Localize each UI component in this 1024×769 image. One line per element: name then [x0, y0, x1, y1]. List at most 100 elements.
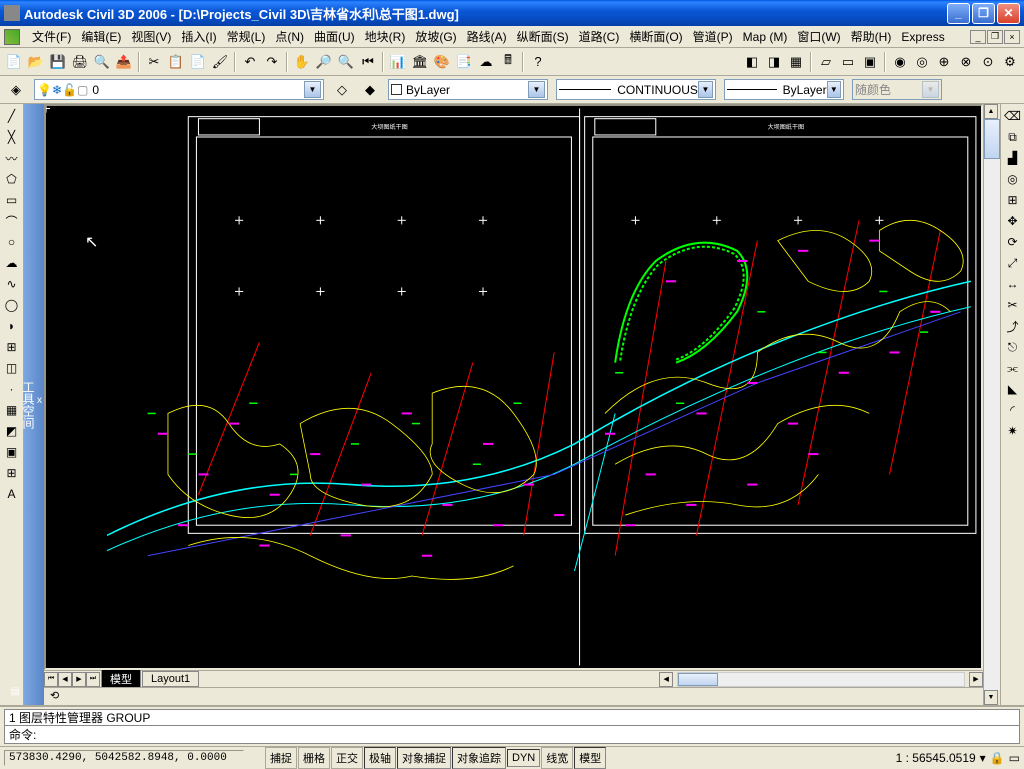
- insert-icon[interactable]: ⊞: [2, 337, 22, 357]
- point-icon[interactable]: ·: [2, 379, 22, 399]
- sheet-set-icon[interactable]: 📑: [454, 52, 474, 72]
- ellipse-icon[interactable]: ◯: [2, 295, 22, 315]
- mdi-close-button[interactable]: ×: [1004, 30, 1020, 44]
- toggle-grid[interactable]: 栅格: [298, 747, 330, 769]
- polygon-icon[interactable]: ⬠: [2, 169, 22, 189]
- toggle-lwt[interactable]: 线宽: [541, 747, 573, 769]
- calc-icon[interactable]: 🖩: [498, 52, 518, 72]
- tab-model[interactable]: 模型: [101, 669, 141, 689]
- menu-map[interactable]: Map (M): [739, 28, 792, 46]
- civil-tool-2-icon[interactable]: ◨: [764, 52, 784, 72]
- civil-tool-6-icon[interactable]: ▣: [860, 52, 880, 72]
- linetype-combo[interactable]: CONTINUOUS ▼: [556, 79, 716, 100]
- join-icon[interactable]: ⫘: [1003, 358, 1023, 378]
- toggle-dyn[interactable]: DYN: [507, 749, 540, 767]
- menu-express[interactable]: Express: [897, 28, 948, 46]
- arc-icon[interactable]: ⌒: [2, 211, 22, 231]
- chevron-down-icon[interactable]: ▼: [698, 81, 713, 98]
- menu-alignments[interactable]: 路线(A): [463, 26, 511, 47]
- circle-icon[interactable]: ○: [2, 232, 22, 252]
- scroll-right-icon[interactable]: ▶: [969, 672, 983, 687]
- menu-window[interactable]: 窗口(W): [793, 26, 844, 47]
- break-icon[interactable]: ⎋: [1003, 337, 1023, 357]
- mdi-restore-button[interactable]: ❐: [987, 30, 1003, 44]
- scroll-up-icon[interactable]: ▲: [984, 104, 998, 119]
- open-icon[interactable]: 📂: [26, 52, 46, 72]
- civil-tool-12-icon[interactable]: ⚙: [1000, 52, 1020, 72]
- civil-tool-10-icon[interactable]: ⊗: [956, 52, 976, 72]
- copy-obj-icon[interactable]: ⧉: [1003, 127, 1023, 147]
- menu-general[interactable]: 常规(L): [223, 26, 270, 47]
- menu-points[interactable]: 点(N): [271, 26, 308, 47]
- layer-prev-icon[interactable]: ◇: [332, 80, 352, 100]
- new-icon[interactable]: 📄: [4, 52, 24, 72]
- undo-icon[interactable]: ↶: [240, 52, 260, 72]
- tab-next-icon[interactable]: ▶: [72, 672, 86, 687]
- civil-tool-4-icon[interactable]: ▱: [816, 52, 836, 72]
- vertical-scrollbar[interactable]: ▲ ▼: [983, 104, 1000, 705]
- tab-layout1[interactable]: Layout1: [142, 671, 199, 687]
- toggle-osnap[interactable]: 对象捕捉: [397, 747, 451, 769]
- civil-tool-3-icon[interactable]: ▦: [786, 52, 806, 72]
- minimize-button[interactable]: _: [947, 3, 970, 24]
- command-input[interactable]: 命令:: [4, 726, 1020, 744]
- civil-tool-1-icon[interactable]: ◧: [742, 52, 762, 72]
- markup-icon[interactable]: ☁: [476, 52, 496, 72]
- hatch-icon[interactable]: ▦: [2, 400, 22, 420]
- panel-menu-icon[interactable]: ▤: [11, 686, 20, 697]
- civil-tool-9-icon[interactable]: ⊕: [934, 52, 954, 72]
- chamfer-icon[interactable]: ◣: [1003, 379, 1023, 399]
- region-icon[interactable]: ▣: [2, 442, 22, 462]
- explode-icon[interactable]: ✷: [1003, 421, 1023, 441]
- toggle-otrack[interactable]: 对象追踪: [452, 747, 506, 769]
- move-icon[interactable]: ✥: [1003, 211, 1023, 231]
- plot-icon[interactable]: 🖨: [70, 52, 90, 72]
- menu-parcels[interactable]: 地块(R): [361, 26, 410, 47]
- block-icon[interactable]: ◫: [2, 358, 22, 378]
- scroll-left-icon[interactable]: ◀: [659, 672, 673, 687]
- menu-surfaces[interactable]: 曲面(U): [310, 26, 359, 47]
- menu-insert[interactable]: 插入(I): [177, 26, 220, 47]
- preview-icon[interactable]: 🔍: [92, 52, 112, 72]
- tool-palette-icon[interactable]: 🎨: [432, 52, 452, 72]
- pline-icon[interactable]: 〰: [2, 148, 22, 168]
- menu-grading[interactable]: 放坡(G): [411, 26, 460, 47]
- menu-help[interactable]: 帮助(H): [847, 26, 896, 47]
- tab-first-icon[interactable]: ⏮: [44, 672, 58, 687]
- toggle-polar[interactable]: 极轴: [364, 747, 396, 769]
- civil-tool-11-icon[interactable]: ⊙: [978, 52, 998, 72]
- copy-icon[interactable]: 📋: [166, 52, 186, 72]
- zoom-rt-icon[interactable]: 🔎: [314, 52, 334, 72]
- refresh-icon[interactable]: ⟲: [50, 690, 59, 702]
- ellipse-arc-icon[interactable]: ◗: [2, 316, 22, 336]
- mdi-minimize-button[interactable]: _: [970, 30, 986, 44]
- chevron-down-icon[interactable]: ▼: [528, 81, 545, 98]
- status-scale[interactable]: 1 : 56545.0519: [896, 751, 976, 765]
- trim-icon[interactable]: ✂: [1003, 295, 1023, 315]
- toolspace-panel[interactable]: x 工具空间 ▤: [24, 104, 44, 705]
- offset-icon[interactable]: ◎: [1003, 169, 1023, 189]
- tab-prev-icon[interactable]: ◀: [58, 672, 72, 687]
- status-tray-icon[interactable]: ▾: [980, 751, 986, 765]
- lineweight-combo[interactable]: ByLayer ▼: [724, 79, 844, 100]
- status-lock-icon[interactable]: 🔒: [990, 751, 1005, 765]
- erase-icon[interactable]: ⌫: [1003, 106, 1023, 126]
- status-comm-icon[interactable]: ▭: [1009, 751, 1020, 765]
- status-coords[interactable]: 573830.4290, 5042582.8948, 0.0000: [4, 750, 244, 766]
- extend-icon[interactable]: ⤴: [1003, 316, 1023, 336]
- zoom-win-icon[interactable]: 🔍: [336, 52, 356, 72]
- publish-icon[interactable]: 📤: [114, 52, 134, 72]
- redo-icon[interactable]: ↷: [262, 52, 282, 72]
- menu-profiles[interactable]: 纵断面(S): [513, 26, 573, 47]
- close-button[interactable]: ✕: [997, 3, 1020, 24]
- toggle-ortho[interactable]: 正交: [331, 747, 363, 769]
- menu-sections[interactable]: 横断面(O): [625, 26, 686, 47]
- array-icon[interactable]: ⊞: [1003, 190, 1023, 210]
- mtext-icon[interactable]: A: [2, 484, 22, 504]
- line-icon[interactable]: ╱: [2, 106, 22, 126]
- menu-pipes[interactable]: 管道(P): [689, 26, 737, 47]
- color-combo[interactable]: ByLayer ▼: [388, 79, 548, 100]
- document-icon[interactable]: [4, 29, 20, 45]
- layer-combo[interactable]: 💡❄🔓▢ 0 ▼: [34, 79, 324, 100]
- layer-manager-icon[interactable]: ◈: [6, 80, 26, 100]
